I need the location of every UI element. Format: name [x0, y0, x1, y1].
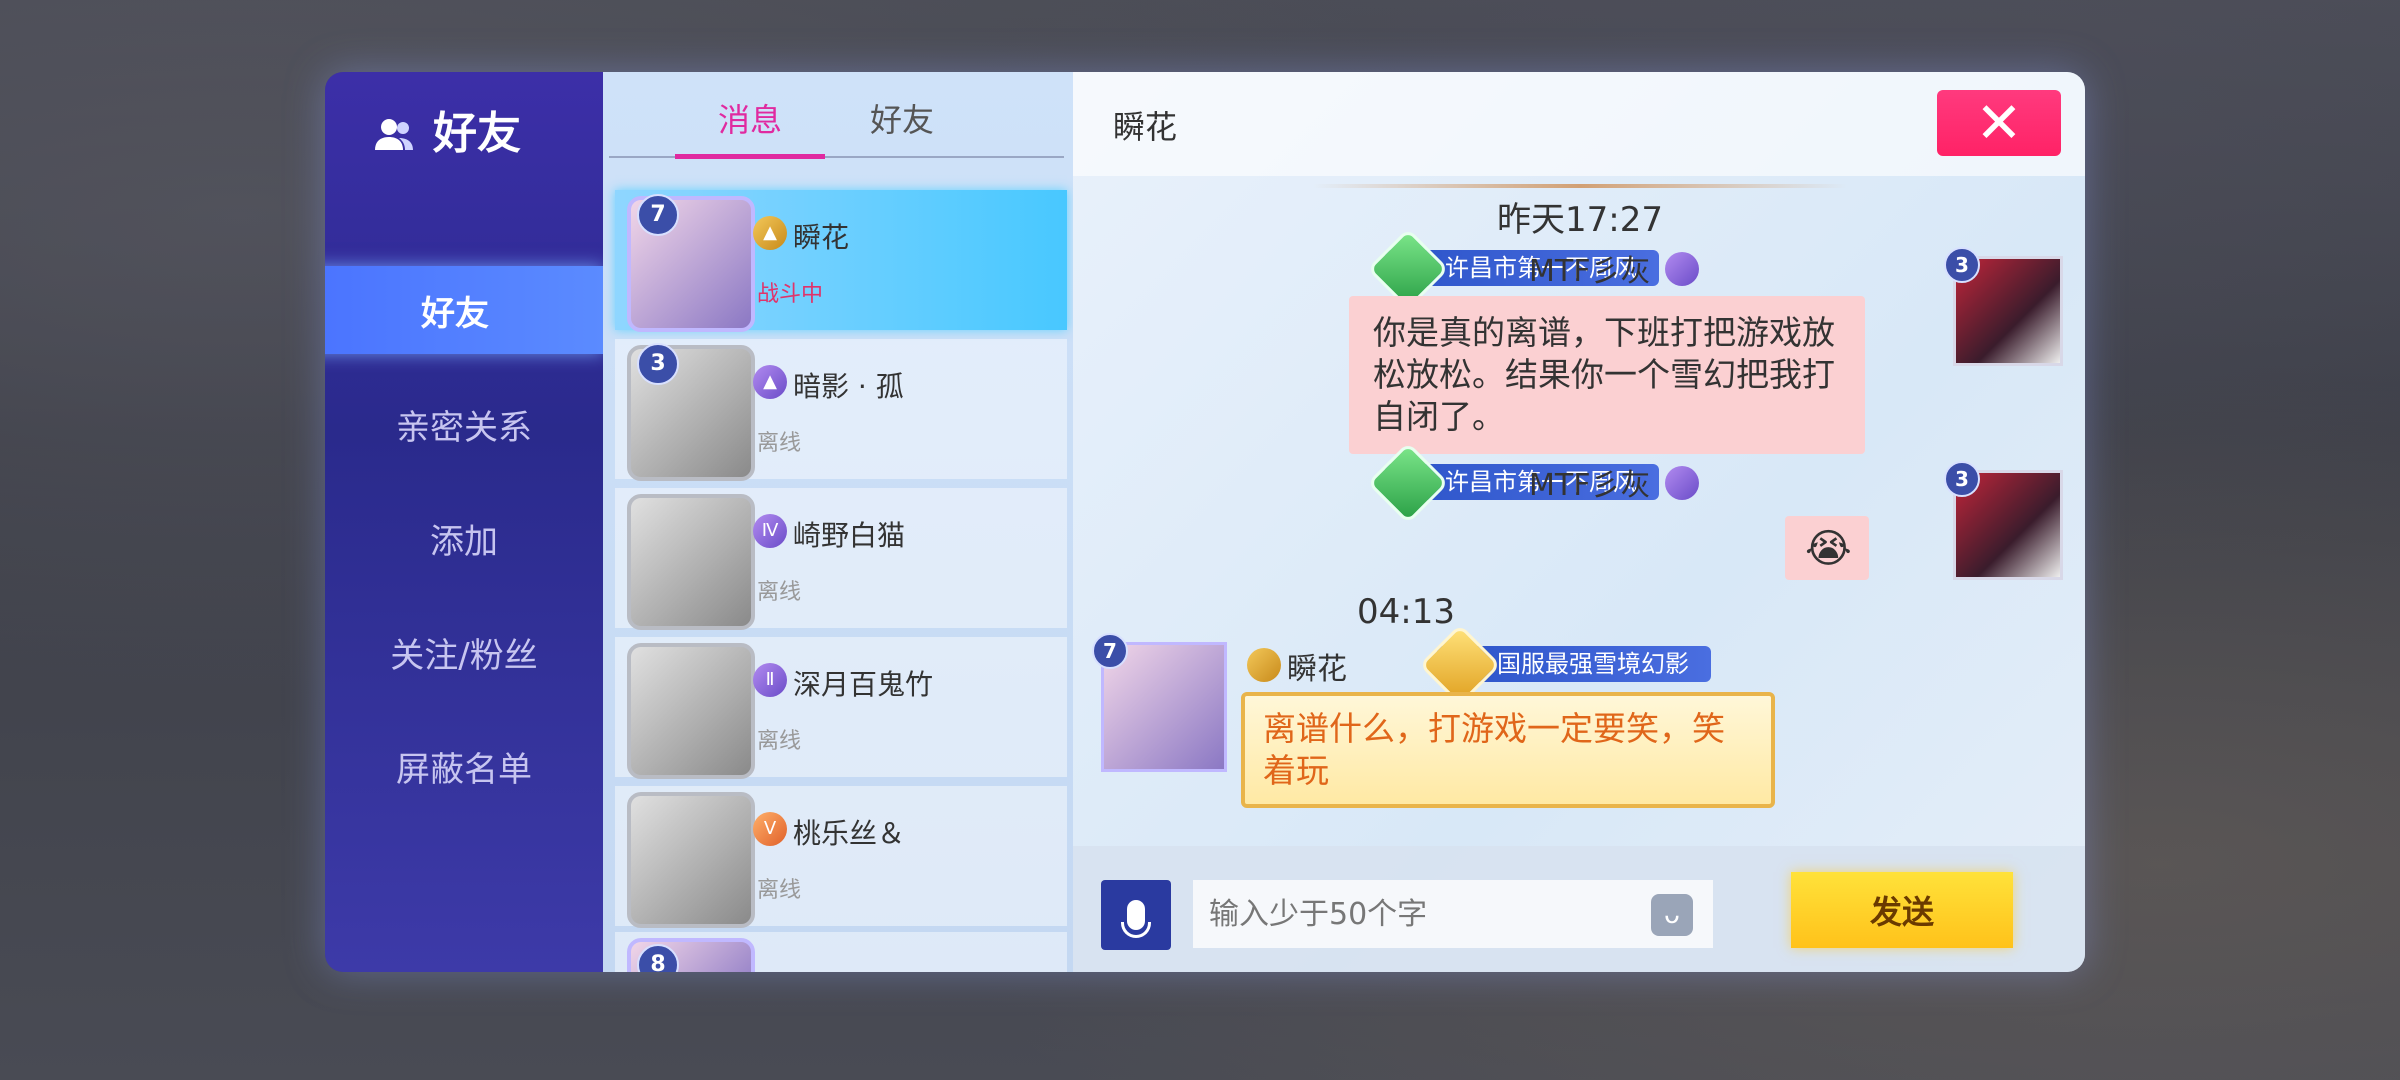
level-badge: 3 [637, 343, 679, 385]
list-tabs: 消息 好友 [603, 72, 1073, 164]
message-timestamp: 04:13 [1357, 592, 1455, 632]
sender-name: MTF彡灰 [1529, 254, 1651, 289]
level-badge: 3 [1944, 461, 1980, 497]
list-item[interactable]: Ⅴ 桃乐丝＆ 离线 [615, 786, 1067, 928]
sender-name: MTF彡灰 [1529, 468, 1651, 503]
message-bubble: 离谱什么，打游戏一定要笑，笑着玩 [1241, 692, 1775, 808]
avatar [627, 792, 755, 928]
sidebar-item-label: 关注/粉丝 [390, 635, 538, 676]
sidebar-item-label: 屏蔽名单 [396, 749, 532, 790]
level-badge: 8 [637, 944, 679, 972]
chat-title: 瞬花 [1113, 108, 1178, 146]
close-icon: ✕ [1975, 90, 2023, 156]
friends-panel: 好友 好友 亲密关系 添加 关注/粉丝 屏蔽名单 消息 好友 7 ▲ 瞬花 战斗… [325, 72, 2085, 972]
sidebar-item-label: 好友 [421, 293, 489, 334]
avatar[interactable]: 7 [1092, 633, 1227, 772]
sidebar: 好友 好友 亲密关系 添加 关注/粉丝 屏蔽名单 [325, 72, 603, 972]
sidebar-item-blocklist[interactable]: 屏蔽名单 [325, 722, 603, 810]
message-bubble: 😭 [1785, 516, 1869, 580]
send-button[interactable]: 发送 [1791, 872, 2013, 948]
friend-status: 离线 [757, 729, 802, 754]
input-bar: ᴗ 发送 [1073, 846, 2085, 972]
friend-status: 离线 [757, 431, 802, 456]
avatar [627, 643, 755, 779]
sidebar-item-intimate[interactable]: 亲密关系 [325, 380, 603, 468]
badge-emblem-icon [1366, 441, 1450, 525]
emoji-button[interactable]: ᴗ [1651, 894, 1693, 936]
sidebar-item-follow[interactable]: 关注/粉丝 [325, 608, 603, 696]
microphone-icon [1121, 900, 1151, 938]
sidebar-item-friends[interactable]: 好友 [325, 266, 603, 354]
title-badge: 国服最强雪境幻影 [1418, 623, 1711, 707]
message-bubble: 你是真的离谱，下班打把游戏放松放松。结果你一个雪幻把我打自闭了。 [1349, 296, 1865, 454]
rank-icon: ▲ [753, 365, 787, 399]
friend-name: 暗影 · 孤 [793, 370, 904, 403]
close-button[interactable]: ✕ [1937, 90, 2061, 156]
friend-name: 桃乐丝＆ [793, 817, 906, 850]
tab-messages[interactable]: 消息 [675, 94, 825, 154]
list-item[interactable]: Ⅱ 深月百鬼竹 离线 [615, 637, 1067, 779]
avatar[interactable]: 3 [1944, 461, 2063, 580]
avatar [627, 494, 755, 630]
rank-icon: Ⅱ [753, 663, 787, 697]
emoji-face-icon: ᴗ [1664, 900, 1680, 930]
friend-status: 离线 [757, 580, 802, 605]
avatar: 8 [627, 938, 755, 972]
rank-icon: Ⅳ [753, 514, 787, 548]
list-item[interactable]: 3 ▲ 暗影 · 孤 离线 [615, 339, 1067, 481]
badge-text: 国服最强雪境幻影 [1497, 650, 1689, 678]
sidebar-item-label: 添加 [430, 521, 498, 562]
level-badge: 7 [637, 194, 679, 236]
rank-icon: Ⅴ [753, 812, 787, 846]
friend-name: 崎野白猫 [793, 519, 906, 552]
friend-status: 离线 [757, 878, 802, 903]
tab-active-indicator [675, 154, 825, 159]
voice-button[interactable] [1101, 880, 1171, 950]
rank-icon [1665, 466, 1699, 500]
avatar[interactable]: 3 [1944, 247, 2063, 366]
sender-name: 瞬花 [1287, 652, 1347, 687]
conversation-list: 消息 好友 7 ▲ 瞬花 战斗中 3 ▲ 暗影 · 孤 离线 Ⅳ 崎野白猫 离线… [603, 72, 1073, 972]
sidebar-item-label: 亲密关系 [396, 407, 532, 448]
sidebar-item-add[interactable]: 添加 [325, 494, 603, 582]
list-item[interactable]: 7 ▲ 瞬花 战斗中 [615, 190, 1067, 332]
chat-area: 瞬花 ✕ 昨天17:27 许昌市第一不周风 MTF彡灰 3 你是真的离谱，下班打… [1073, 72, 2085, 972]
friend-status: 战斗中 [757, 282, 824, 307]
message-timestamp: 昨天17:27 [1497, 200, 1663, 240]
message-input[interactable] [1193, 880, 1713, 948]
rank-icon [1665, 252, 1699, 286]
tab-friends[interactable]: 好友 [827, 94, 977, 154]
level-badge: 7 [1092, 633, 1128, 669]
divider-ornament [1313, 184, 1847, 188]
rank-icon [1247, 648, 1281, 682]
friends-icon [375, 112, 415, 150]
friend-name: 深月百鬼竹 [793, 668, 934, 701]
sidebar-title: 好友 [375, 94, 521, 164]
list-item[interactable]: 8 [615, 932, 1067, 972]
rank-icon: ▲ [753, 216, 787, 250]
level-badge: 3 [1944, 247, 1980, 283]
avatar: 3 [627, 343, 755, 481]
chat-header: 瞬花 ✕ [1073, 72, 2085, 176]
list-item[interactable]: Ⅳ 崎野白猫 离线 [615, 488, 1067, 630]
friend-name: 瞬花 [793, 221, 850, 254]
avatar: 7 [627, 194, 755, 332]
sidebar-title-text: 好友 [433, 108, 521, 159]
